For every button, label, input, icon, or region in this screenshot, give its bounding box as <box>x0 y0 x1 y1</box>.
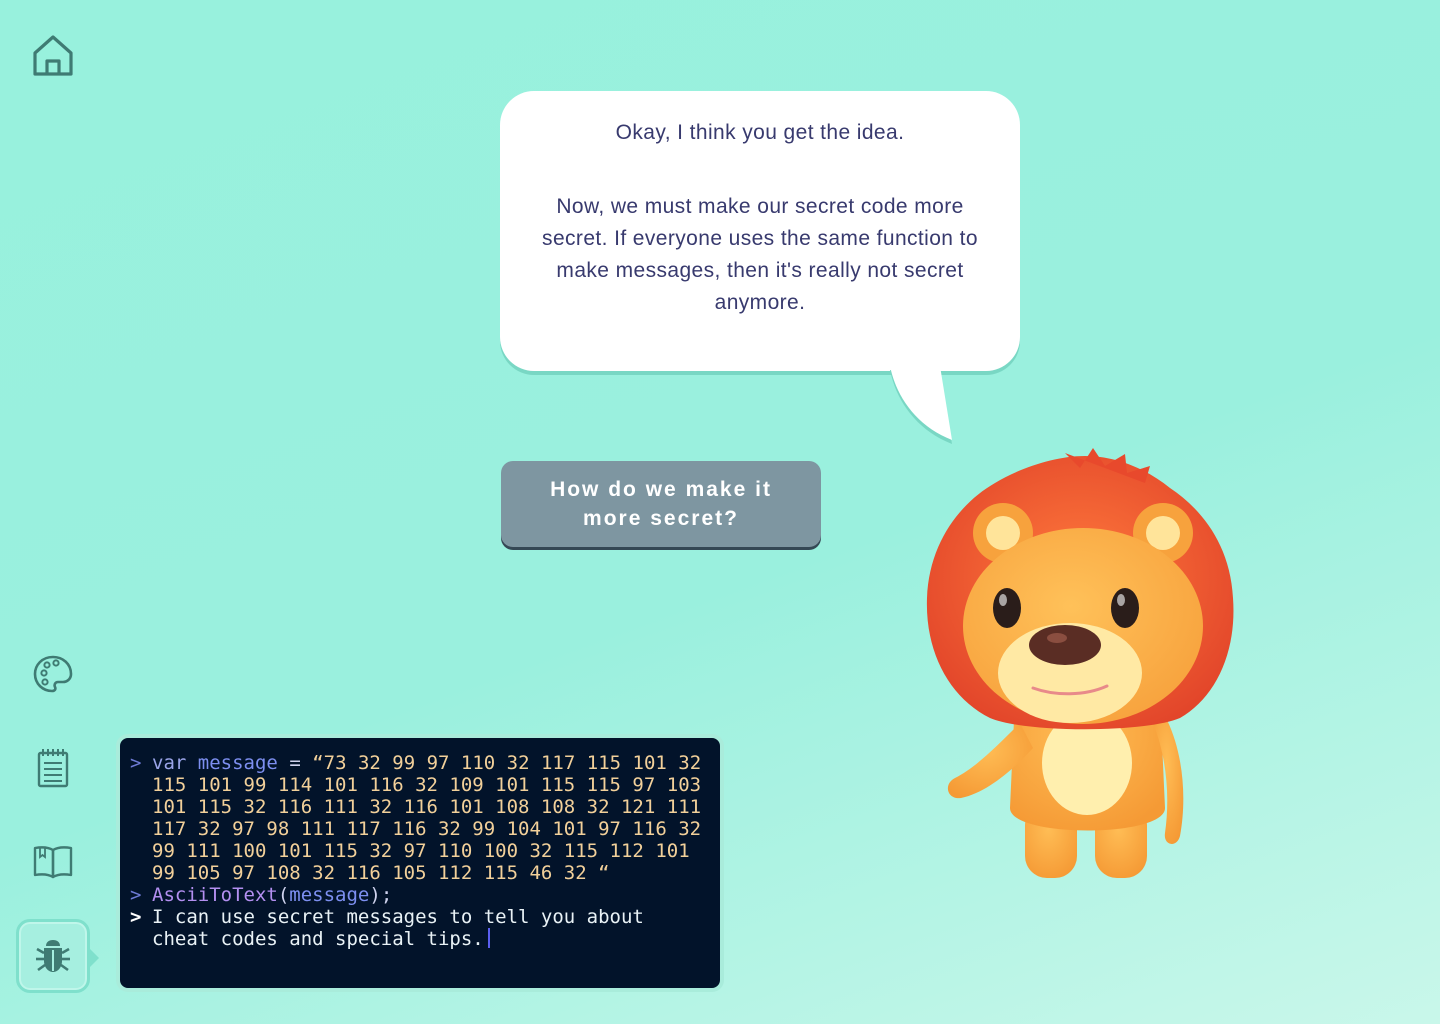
palette-button[interactable] <box>16 637 90 711</box>
input-prompt: > <box>130 752 142 774</box>
output-prompt: > <box>130 906 142 928</box>
home-icon <box>30 32 76 78</box>
text-cursor <box>487 928 490 948</box>
code-keyword: var <box>152 752 187 774</box>
input-prompt: > <box>130 884 142 906</box>
console-line-output: > I can use secret messages to tell you … <box>130 906 710 950</box>
debug-button[interactable] <box>16 919 99 993</box>
palette-icon <box>33 654 73 694</box>
console-line-input-1: > var message = “73 32 99 97 110 32 117 … <box>130 752 710 884</box>
notepad-button[interactable] <box>16 731 90 805</box>
console-output-text: I can use secret messages to tell you ab… <box>152 906 656 950</box>
book-icon <box>32 844 74 880</box>
speech-bubble-tail <box>890 366 952 444</box>
dialog-line-1: Okay, I think you get the idea. <box>615 121 905 144</box>
dialog-line-2: Now, we must make our secret code more s… <box>542 195 978 314</box>
bug-icon <box>34 937 72 975</box>
code-paren-close: ); <box>369 884 393 906</box>
lion-character <box>926 448 1234 878</box>
console-line-input-2: > AsciiToText(message); <box>130 884 710 906</box>
code-paren-open: ( <box>277 884 290 906</box>
home-button[interactable] <box>16 18 90 92</box>
code-function: AsciiToText <box>152 884 278 906</box>
notepad-icon <box>35 748 71 788</box>
code-argument: message <box>289 884 370 906</box>
code-operator: = <box>289 752 301 774</box>
book-button[interactable] <box>16 825 90 899</box>
code-console[interactable]: > var message = “73 32 99 97 110 32 117 … <box>116 734 724 992</box>
speech-bubble: Okay, I think you get the idea. Now, we … <box>500 91 1020 371</box>
code-variable: message <box>197 752 278 774</box>
choice-button[interactable]: How do we make it more secret? <box>501 461 821 547</box>
